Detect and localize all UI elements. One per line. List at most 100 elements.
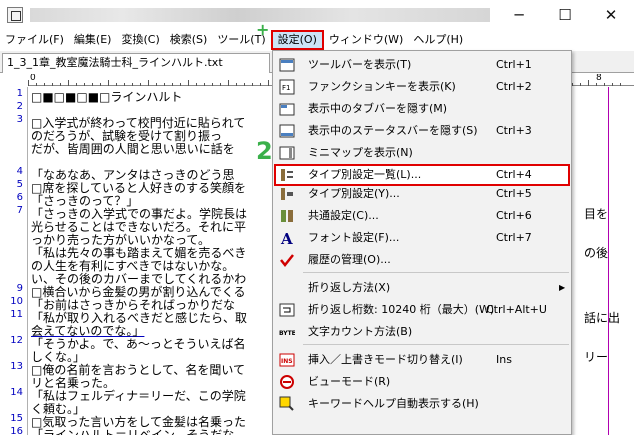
menu-window[interactable]: ウィンドウ(W)	[324, 30, 408, 50]
ruler-tick	[196, 83, 197, 86]
line-number-gutter: 1 2 3 4 5 6 7 9 10 11 12 13 14 15 16	[0, 87, 28, 435]
menu-item-tabbar-icon[interactable]: 表示中のタブバーを隠す(M)	[274, 98, 570, 120]
text-line[interactable]: □■□■□■□ラインハルト	[31, 88, 182, 105]
menu-item-font-icon[interactable]: A フォント設定(F)... Ctrl+7	[274, 227, 570, 249]
menu-search[interactable]: 検索(S)	[165, 30, 213, 50]
line-number: 15	[10, 413, 23, 424]
menu-item-keyword-help-icon[interactable]: キーワードヘルプ自動表示する(H)	[274, 393, 570, 415]
statusbar-icon	[279, 123, 295, 139]
menu-item-label: ビューモード(R)	[308, 375, 391, 388]
menu-file[interactable]: ファイル(F)	[0, 30, 69, 50]
menu-item-function-key-icon[interactable]: F1 ファンクションキーを表示(K) Ctrl+2	[274, 76, 570, 98]
menu-settings[interactable]: 設定(O)	[270, 30, 324, 50]
close-button[interactable]: ✕	[588, 0, 634, 30]
svg-text:BYTE: BYTE	[279, 330, 295, 337]
menu-item-shortcut: Ctrl+6	[496, 209, 532, 222]
line-number: 13	[10, 361, 23, 372]
ruler-tick	[84, 83, 85, 86]
type-settings-icon	[279, 186, 295, 202]
menu-item-label: 折り返し方法(X)	[308, 281, 391, 294]
menu-help[interactable]: ヘルプ(H)	[408, 30, 468, 50]
ruler-tick	[604, 83, 605, 86]
menu-item-byte-icon[interactable]: BYTE 文字カウント方法(B)	[274, 321, 570, 343]
menu-item-option-10[interactable]: 折り返し方法(X) ▶	[274, 277, 570, 299]
minimap-icon	[279, 145, 295, 161]
menu-item-label: ツールバーを表示(T)	[308, 58, 412, 71]
ruler-tick	[132, 83, 133, 86]
wrap-guide-line	[608, 87, 609, 435]
line-number: 6	[16, 192, 23, 203]
ruler-tick	[140, 83, 141, 86]
menu-item-label: タイプ別設定(Y)...	[308, 187, 400, 200]
ruler-tick	[108, 80, 109, 86]
ruler-tick	[116, 83, 117, 86]
menu-item-insert-mode-icon[interactable]: INS 挿入／上書きモード切り替え(I) Ins	[274, 349, 570, 371]
history-check-icon	[279, 252, 295, 268]
toolbar-icon	[279, 57, 295, 73]
menu-item-label: ファンクションキーを表示(K)	[308, 80, 456, 93]
ruler-tick	[268, 80, 269, 86]
font-icon: A	[279, 230, 295, 248]
ruler-tick	[236, 83, 237, 86]
ruler-tick	[44, 83, 45, 86]
menu-item-minimap-icon[interactable]: ミニマップを表示(N)	[274, 142, 570, 164]
menu-bar: ファイル(F) 編集(E) 変換(C) 検索(S) ツール(T) 設定(O) ウ…	[0, 30, 634, 50]
line-number: 14	[10, 387, 23, 398]
text-line[interactable]: 「ラインハルト＝リベイン、そうだな	[31, 426, 234, 435]
byte-icon: BYTE	[279, 324, 296, 340]
line-number: 1	[16, 88, 23, 99]
menu-item-history-check-icon[interactable]: 履歴の管理(O)...	[274, 249, 570, 271]
app-icon[interactable]	[7, 7, 23, 23]
line-number: 11	[10, 309, 23, 320]
menu-item-shortcut: Ctrl+2	[496, 80, 532, 93]
menu-item-type-settings-icon[interactable]: タイプ別設定(Y)... Ctrl+5	[274, 183, 570, 205]
line-number: 4	[16, 166, 23, 177]
maximize-button[interactable]: ☐	[542, 0, 588, 30]
ruler-tick	[244, 83, 245, 86]
text-fragment: リー	[584, 350, 609, 364]
minimize-button[interactable]: ─	[496, 0, 542, 30]
text-fragment: 話に出	[584, 311, 621, 325]
menu-item-shortcut: Ctrl+3	[496, 124, 532, 137]
menu-convert[interactable]: 変換(C)	[116, 30, 164, 50]
menu-item-view-mode-icon[interactable]: ビューモード(R)	[274, 371, 570, 393]
ruler-tick	[596, 83, 597, 86]
menu-item-shortcut: Ctrl+1	[496, 58, 532, 71]
tab-file[interactable]: 1_3_1章_教室魔法騎士科_ラインハルト.txt	[2, 53, 270, 73]
ruler-tick	[68, 80, 69, 86]
ruler-tick	[212, 83, 213, 86]
function-key-icon: F1	[279, 79, 295, 95]
annotation-plus: +	[256, 20, 270, 39]
ruler-tick	[204, 83, 205, 86]
menu-item-shortcut: Ctrl+4	[496, 168, 532, 181]
line-number: 7	[16, 205, 23, 216]
svg-text:A: A	[280, 230, 293, 246]
menu-item-wrap-width-icon[interactable]: 折り返し桁数: 10240 桁（最大）(W) Ctrl+Alt+U	[274, 299, 570, 321]
menu-item-statusbar-icon[interactable]: 表示中のステータスバーを隠す(S) Ctrl+3	[274, 120, 570, 142]
text-line[interactable]: だが、皆周囲の人間と思い思いに話を	[31, 140, 235, 157]
ruler-tick	[252, 83, 253, 86]
menu-item-label: タイプ別設定一覧(L)...	[308, 168, 422, 181]
menu-item-label: 文字カウント方法(B)	[308, 325, 413, 338]
menu-edit[interactable]: 編集(E)	[69, 30, 117, 50]
menu-item-label: 表示中のステータスバーを隠す(S)	[308, 124, 478, 137]
minimize-icon: ─	[514, 6, 524, 24]
ruler-tick	[620, 83, 621, 86]
ruler-tick	[188, 80, 189, 86]
menu-item-toolbar-icon[interactable]: ツールバーを表示(T) Ctrl+1	[274, 54, 570, 76]
ruler-tick	[612, 83, 613, 86]
ruler-tick	[28, 80, 29, 86]
ruler-tick	[260, 83, 261, 86]
ruler-tick	[100, 83, 101, 86]
submenu-arrow-icon: ▶	[559, 283, 566, 292]
menu-item-label: ミニマップを表示(N)	[308, 146, 413, 159]
menu-item-common-settings-icon[interactable]: 共通設定(C)... Ctrl+6	[274, 205, 570, 227]
ruler-tick	[60, 83, 61, 86]
line-number: 5	[16, 179, 23, 190]
menu-item-shortcut: Ctrl+5	[496, 187, 532, 200]
svg-text:F1: F1	[282, 84, 290, 92]
line-number: 10	[10, 296, 23, 307]
ruler-tick	[164, 83, 165, 86]
settings-dropdown-menu: ツールバーを表示(T) Ctrl+1 F1 ファンクションキーを表示(K) Ctrl+2…	[272, 50, 572, 435]
menu-item-shortcut: Ins	[496, 353, 512, 366]
